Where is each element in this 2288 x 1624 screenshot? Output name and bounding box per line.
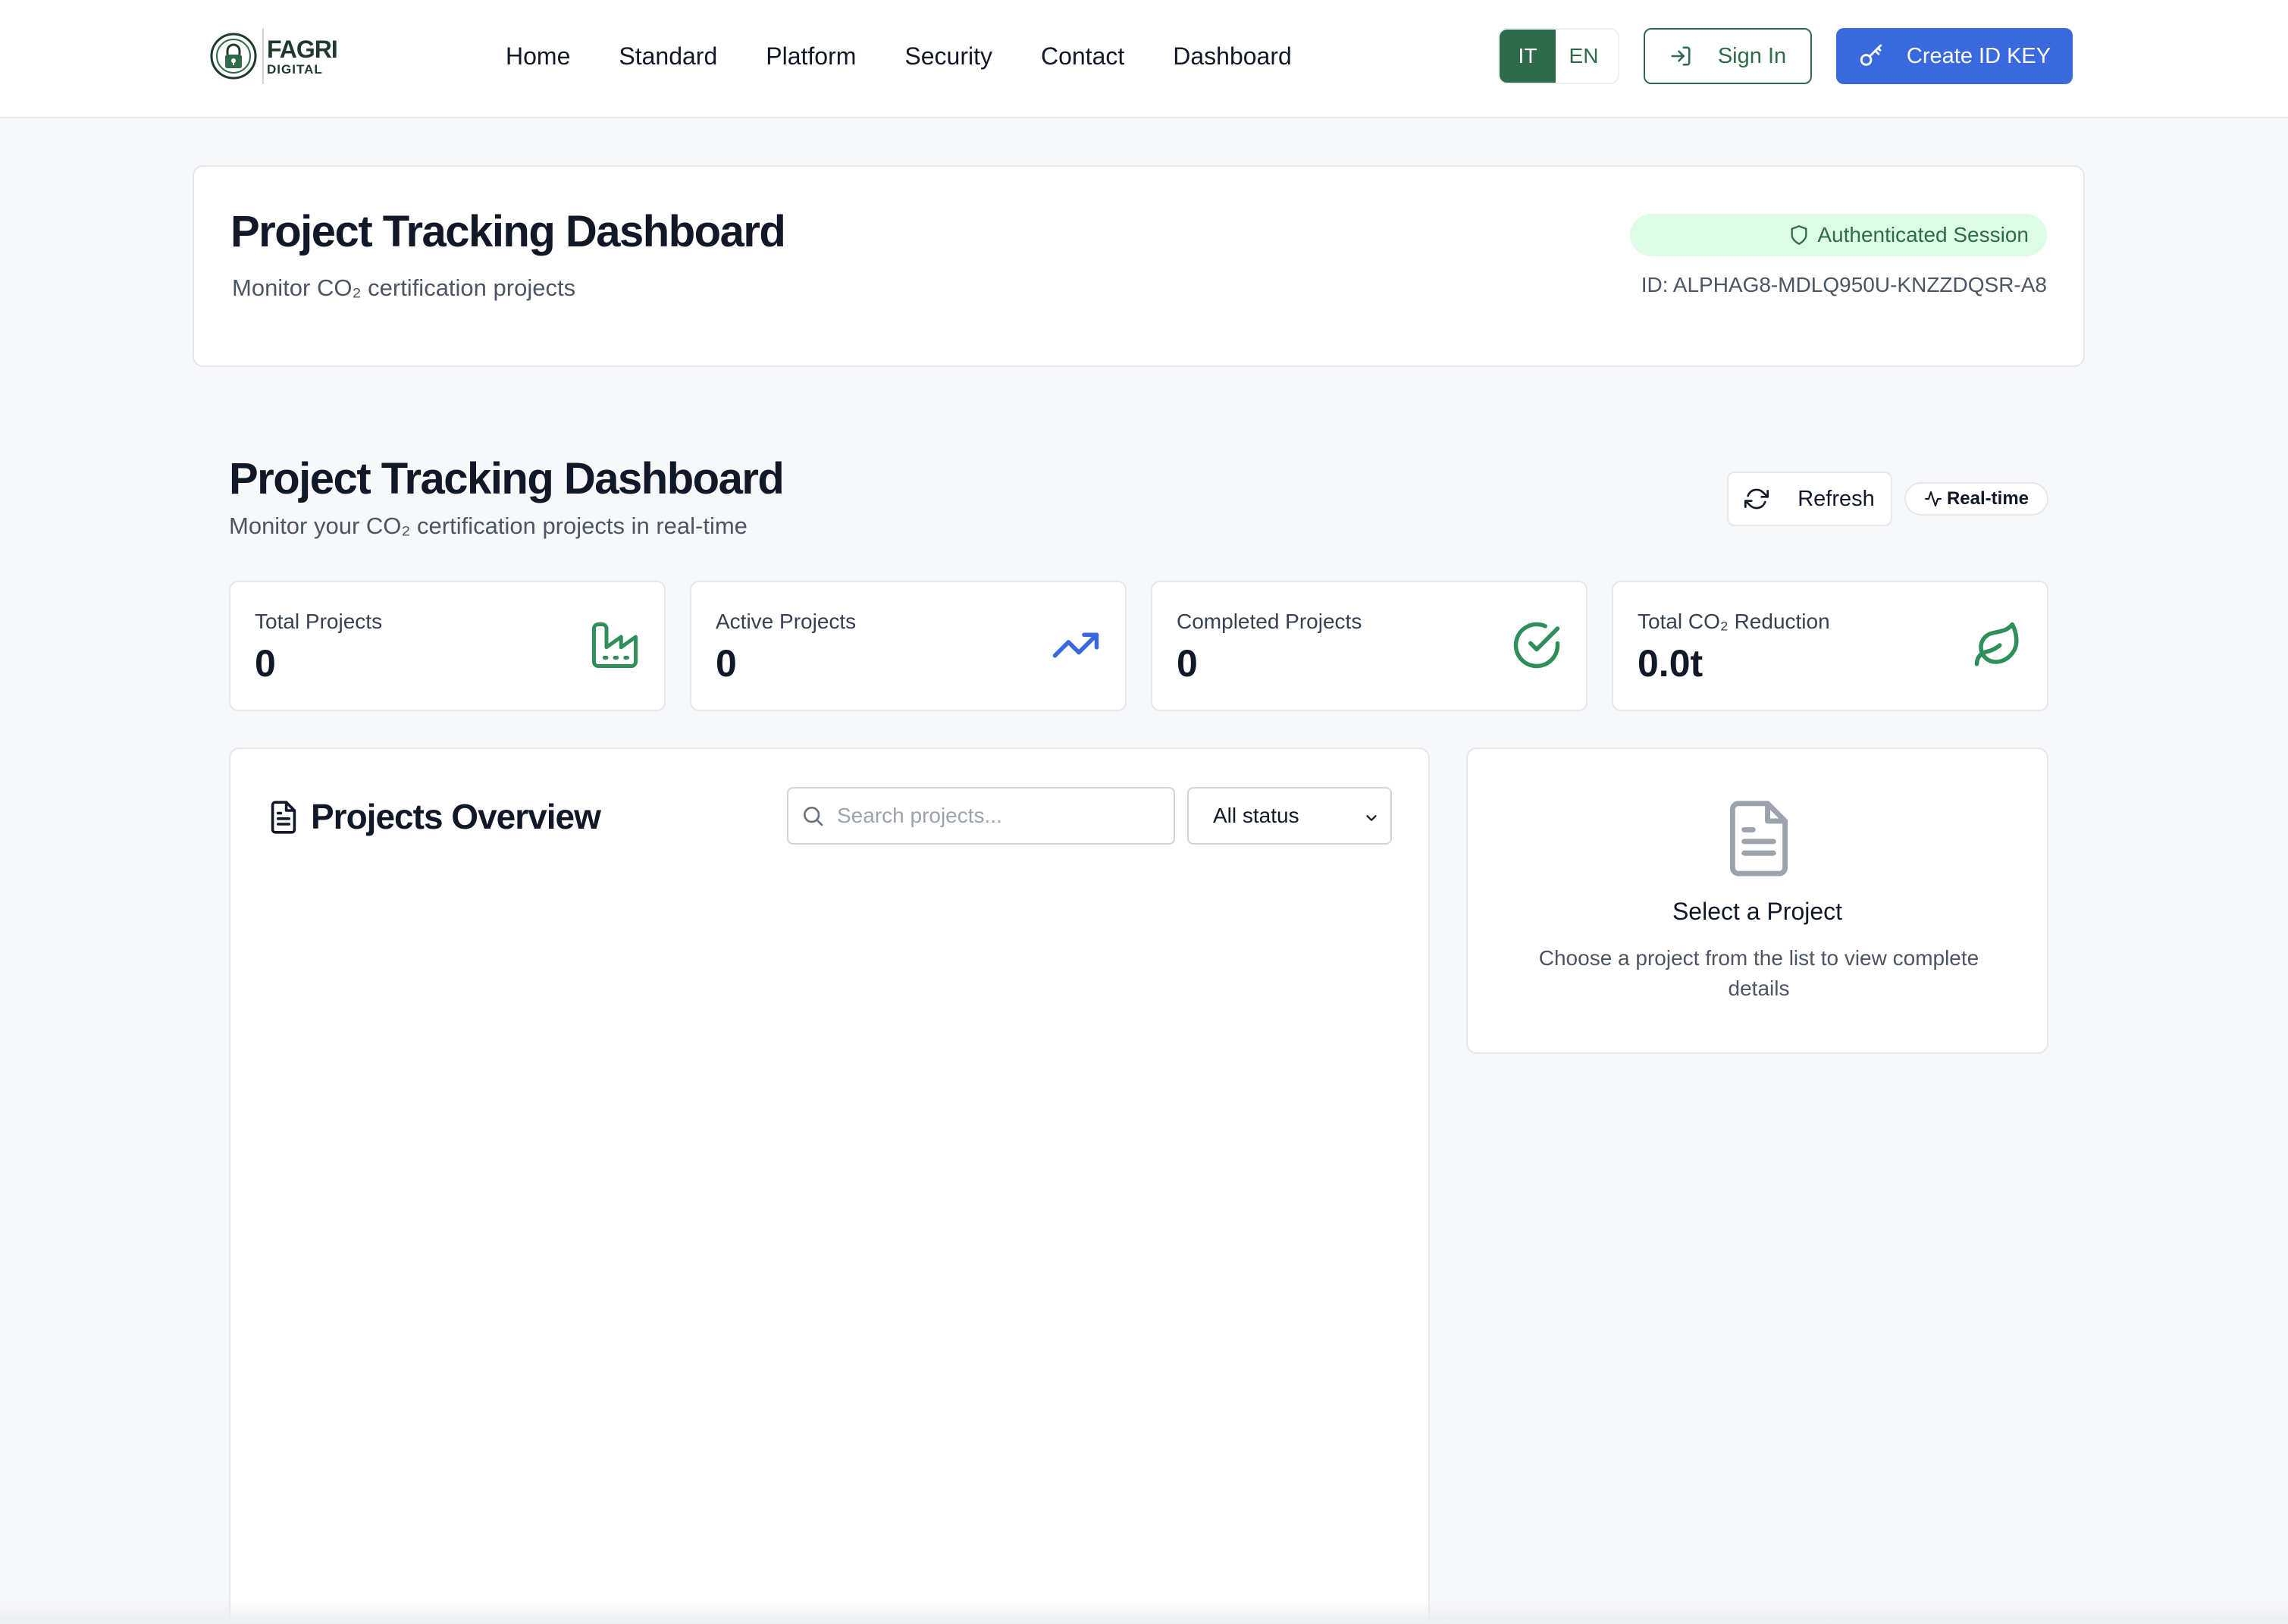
file-text-icon: [271, 801, 296, 834]
nav-dashboard[interactable]: Dashboard: [1173, 42, 1292, 71]
stat-value: 0: [1177, 642, 1198, 685]
stat-label: Total CO₂ Reduction: [1638, 610, 1830, 633]
key-icon: [1860, 44, 1882, 66]
stat-card-co2-reduction: Total CO₂ Reduction 0.0t: [1612, 581, 2048, 711]
stat-card-completed-projects: Completed Projects 0: [1151, 581, 1587, 711]
realtime-label: Real-time: [1946, 488, 2029, 509]
main-nav: Home Standard Platform Security Contact …: [506, 39, 1340, 73]
logo-divider: [262, 28, 264, 84]
search-icon: [804, 807, 823, 826]
projects-overview-panel: Projects Overview All status: [229, 748, 1430, 1624]
brand-wordmark: FAGRI DIGITAL: [267, 35, 338, 77]
lang-option-en[interactable]: EN: [1556, 30, 1612, 83]
empty-state-title: Select a Project: [1672, 898, 1843, 925]
sign-in-label: Sign In: [1717, 43, 1787, 68]
authenticated-session-badge: Authenticated Session: [1630, 214, 2047, 256]
shield-icon: [1791, 225, 1807, 245]
nav-platform[interactable]: Platform: [766, 42, 856, 71]
sign-in-button[interactable]: Sign In: [1644, 28, 1812, 84]
stat-label: Total Projects: [255, 610, 383, 633]
nav-home[interactable]: Home: [506, 42, 570, 71]
search-input[interactable]: [837, 804, 1155, 828]
empty-state-description: Choose a project from the list to view c…: [1538, 946, 1979, 1000]
log-in-icon: [1671, 46, 1691, 66]
document-icon: [1729, 801, 1788, 876]
brand-name: FAGRI: [267, 35, 338, 63]
logo-emblem-icon: [210, 33, 257, 80]
stat-value: 0: [716, 642, 737, 685]
status-filter-value: All status: [1213, 804, 1299, 827]
page-title: Project Tracking Dashboard: [230, 207, 786, 256]
projects-overview-title: Projects Overview: [311, 797, 601, 836]
create-id-key-button[interactable]: Create ID KEY: [1836, 28, 2073, 84]
lang-option-it[interactable]: IT: [1500, 30, 1556, 83]
check-circle-icon: [1513, 622, 1560, 669]
realtime-badge: Real-time: [1904, 482, 2048, 516]
chevron-down-icon: [1366, 815, 1377, 821]
badge-label: Authenticated Session: [1817, 223, 2029, 246]
brand-logo[interactable]: FAGRI DIGITAL: [209, 27, 338, 85]
refresh-icon: [1744, 488, 1769, 509]
stat-card-total-projects: Total Projects 0: [229, 581, 666, 711]
project-detail-panel: Select a Project Choose a project from t…: [1466, 748, 2048, 1054]
top-navbar: FAGRI DIGITAL Home Standard Platform Sec…: [0, 0, 2288, 118]
stat-card-active-projects: Active Projects 0: [690, 581, 1127, 711]
nav-security[interactable]: Security: [904, 42, 992, 71]
refresh-button[interactable]: Refresh: [1727, 472, 1892, 526]
page-subtitle: Monitor CO₂ certification projects: [232, 274, 576, 301]
leaf-icon: [1974, 622, 2019, 666]
stat-label: Completed Projects: [1177, 610, 1362, 633]
dashboard-title: Project Tracking Dashboard: [229, 454, 785, 503]
activity-icon: [1924, 491, 1942, 506]
status-filter-select[interactable]: All status: [1187, 787, 1392, 845]
factory-icon: [592, 622, 638, 668]
create-key-label: Create ID KEY: [1906, 43, 2051, 68]
dashboard-subtitle: Monitor your CO₂ certification projects …: [229, 513, 748, 539]
nav-contact[interactable]: Contact: [1041, 42, 1124, 71]
session-id: ID: ALPHAG8-MDLQ950U-KNZZDQSR-A8: [1641, 273, 2047, 296]
brand-tagline: DIGITAL: [267, 61, 323, 77]
bottom-shadow: [0, 1600, 2288, 1624]
search-box: [787, 787, 1175, 845]
refresh-label: Refresh: [1797, 486, 1875, 511]
session-card: Project Tracking Dashboard Monitor CO₂ c…: [193, 165, 2085, 367]
trending-up-icon: [1052, 632, 1099, 658]
nav-standard[interactable]: Standard: [619, 42, 717, 71]
stat-label: Active Projects: [716, 610, 857, 633]
language-switcher: IT EN: [1498, 28, 1619, 84]
stat-value: 0.0t: [1638, 642, 1703, 685]
stat-value: 0: [255, 642, 276, 685]
